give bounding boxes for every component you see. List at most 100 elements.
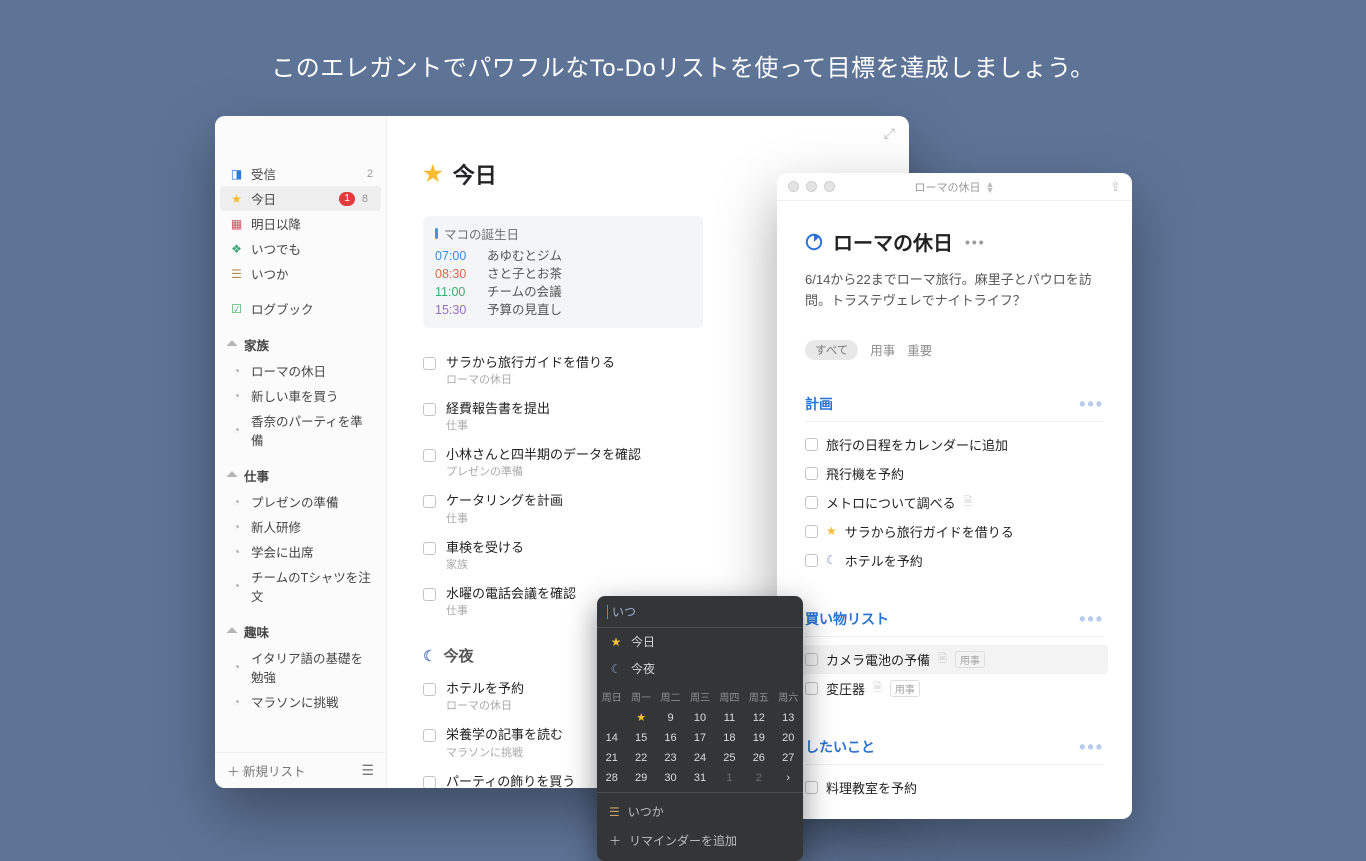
calendar-day[interactable]: 15	[626, 728, 655, 748]
share-icon[interactable]: ⇪	[1110, 179, 1121, 195]
calendar-day[interactable]: 12	[744, 707, 773, 728]
checkbox[interactable]	[805, 496, 818, 509]
sidebar-upcoming[interactable]: ▦ 明日以降	[215, 211, 386, 236]
task-row[interactable]: 変圧器 🗎 用事	[805, 674, 1104, 703]
calendar-day[interactable]	[597, 707, 626, 728]
calendar-day[interactable]: 13	[774, 707, 803, 728]
sidebar-project[interactable]: ◔イタリア語の基礎を勉強	[215, 645, 386, 689]
checkbox[interactable]	[805, 525, 818, 538]
checkbox[interactable]	[423, 776, 436, 789]
picker-search[interactable]: いつ	[597, 596, 803, 628]
checkbox[interactable]	[805, 554, 818, 567]
sidebar-project[interactable]: ◔香奈のパーティを準備	[215, 408, 386, 452]
calendar-day[interactable]: 28	[597, 768, 626, 788]
sidebar-area-head[interactable]: 家族	[215, 331, 386, 358]
more-icon[interactable]: •••	[965, 234, 986, 250]
checkbox[interactable]	[805, 438, 818, 451]
task-row[interactable]: カメラ電池の予備 🗎 用事	[801, 645, 1108, 674]
calendar-day[interactable]: 23	[656, 748, 685, 768]
picker-someday[interactable]: ☰いつか	[597, 797, 803, 826]
project-description[interactable]: 6/14から22までローマ旅行。麻里子とパウロを訪問。トラステヴェレでナイトライ…	[805, 270, 1104, 312]
checkbox[interactable]	[423, 449, 436, 462]
section-heading[interactable]: 買い物リスト•••	[805, 609, 1104, 637]
checkbox[interactable]	[805, 653, 818, 666]
sidebar-today[interactable]: ★ 今日 1 8	[220, 186, 381, 211]
calendar-day[interactable]: 18	[715, 728, 744, 748]
sidebar-item-label: プレゼンの準備	[251, 492, 373, 511]
calendar-day[interactable]: 31	[685, 768, 714, 788]
calendar-day[interactable]: 21	[597, 748, 626, 768]
sidebar-project[interactable]: ◔チームのTシャツを注文	[215, 564, 386, 608]
checkbox[interactable]	[805, 682, 818, 695]
checkbox[interactable]	[423, 403, 436, 416]
new-list-button[interactable]: ＋ 新規リスト	[227, 761, 306, 780]
task-title: 料理教室を予約	[826, 778, 917, 797]
calendar-day[interactable]: 17	[685, 728, 714, 748]
checkbox[interactable]	[805, 781, 818, 794]
calendar-day[interactable]: 27	[774, 748, 803, 768]
calendar-day[interactable]: 10	[685, 707, 714, 728]
sidebar-project[interactable]: ◔新人研修	[215, 514, 386, 539]
sidebar-project[interactable]: ◔新しい車を買う	[215, 383, 386, 408]
jump-icon[interactable]: ⤢	[884, 125, 895, 142]
checkbox[interactable]	[423, 357, 436, 370]
window-traffic-lights[interactable]	[788, 181, 835, 192]
calendar-day[interactable]: 1	[715, 768, 744, 788]
calendar-day[interactable]: 2	[744, 768, 773, 788]
checkbox[interactable]	[423, 542, 436, 555]
task-row[interactable]: ☾ホテルを予約	[805, 546, 1104, 575]
task-row[interactable]: ★サラから旅行ガイドを借りる	[805, 517, 1104, 546]
checkbox[interactable]	[423, 588, 436, 601]
calendar-day[interactable]: 11	[715, 707, 744, 728]
progress-ring-icon	[805, 233, 823, 251]
task-row[interactable]: メトロについて調べる 🗎	[805, 488, 1104, 517]
tag-item[interactable]: 用事	[870, 340, 895, 359]
next-month-icon[interactable]: ›	[774, 768, 803, 788]
picker-add-reminder[interactable]: ＋リマインダーを追加	[597, 826, 803, 855]
picker-calendar[interactable]: 周日周一周二周三周四周五周六 ★910111213141516171819202…	[597, 686, 803, 788]
sidebar-anytime[interactable]: ❖ いつでも	[215, 236, 386, 261]
section-heading[interactable]: 計画•••	[805, 394, 1104, 422]
section-heading[interactable]: したいこと•••	[805, 737, 1104, 765]
checkbox[interactable]	[423, 729, 436, 742]
checkbox[interactable]	[423, 495, 436, 508]
picker-tonight[interactable]: ☾今夜	[597, 655, 803, 682]
task-row[interactable]: 飛行機を予約	[805, 459, 1104, 488]
sidebar-area-head[interactable]: 趣味	[215, 618, 386, 645]
tag-all[interactable]: すべて	[805, 340, 858, 360]
calendar-day[interactable]: 26	[744, 748, 773, 768]
calendar-day[interactable]: 25	[715, 748, 744, 768]
calendar-day[interactable]: 9	[656, 707, 685, 728]
checkbox[interactable]	[423, 683, 436, 696]
sidebar-inbox[interactable]: ◨ 受信 2	[215, 161, 386, 186]
calendar-day[interactable]: 19	[744, 728, 773, 748]
calendar-day[interactable]: ★	[626, 707, 655, 728]
calendar-day[interactable]: 22	[626, 748, 655, 768]
schedule-card[interactable]: マコの誕生日 07:00あゆむとジム08:30さと子とお茶11:00チームの会議…	[423, 216, 703, 328]
checkbox[interactable]	[805, 467, 818, 480]
calendar-day[interactable]: 24	[685, 748, 714, 768]
task-row[interactable]: 料理教室を予約	[805, 773, 1104, 802]
sidebar-project[interactable]: ◔プレゼンの準備	[215, 489, 386, 514]
sidebar-project[interactable]: ◔ローマの休日	[215, 358, 386, 383]
calendar-day[interactable]: 29	[626, 768, 655, 788]
sidebar-logbook[interactable]: ☑ ログブック	[215, 296, 386, 321]
sidebar-project[interactable]: ◔学会に出席	[215, 539, 386, 564]
more-icon[interactable]: •••	[1079, 394, 1104, 415]
settings-icon[interactable]: ☰	[361, 762, 374, 779]
calendar-day[interactable]: 16	[656, 728, 685, 748]
task-row[interactable]: 旅行の日程をカレンダーに追加	[805, 430, 1104, 459]
tag-item[interactable]: 重要	[907, 340, 932, 359]
sidebar-someday[interactable]: ☰ いつか	[215, 261, 386, 286]
calendar-day[interactable]: 20	[774, 728, 803, 748]
picker-today[interactable]: ★今日	[597, 628, 803, 655]
more-icon[interactable]: •••	[1079, 609, 1104, 630]
calendar-day[interactable]: 30	[656, 768, 685, 788]
evening-label: 今夜	[443, 645, 473, 666]
more-icon[interactable]: •••	[1079, 737, 1104, 758]
calendar-day[interactable]: 14	[597, 728, 626, 748]
sidebar-area-head[interactable]: 仕事	[215, 462, 386, 489]
count-badge: 8	[362, 193, 368, 205]
sidebar-project[interactable]: ◔マラソンに挑戦	[215, 689, 386, 714]
detail-window-title[interactable]: ローマの休日 ▲▼	[915, 179, 995, 195]
